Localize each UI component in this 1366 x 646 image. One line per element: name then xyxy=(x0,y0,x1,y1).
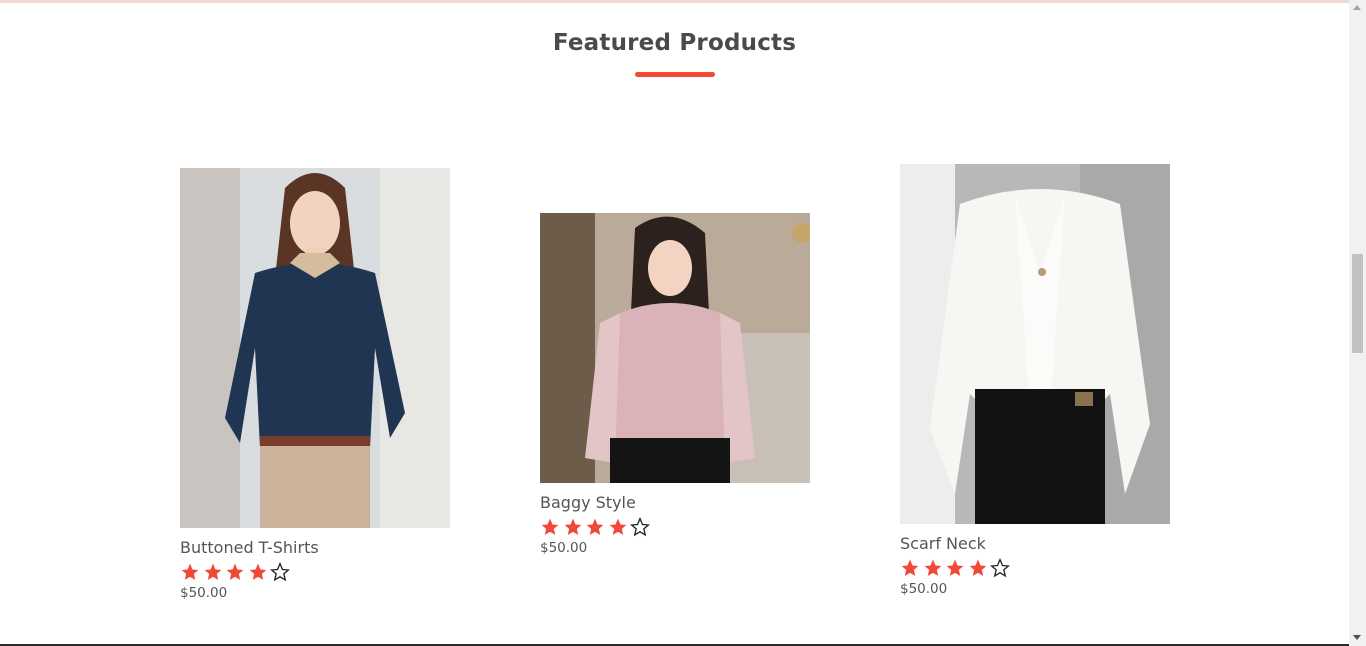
star-filled-icon xyxy=(563,517,586,539)
product-rating xyxy=(900,557,1170,580)
top-divider xyxy=(0,0,1349,3)
product-price: $50.00 xyxy=(540,540,588,556)
product-name[interactable]: Buttoned T-Shirts xyxy=(180,538,450,558)
star-filled-icon xyxy=(203,562,226,584)
star-outline-icon xyxy=(990,557,1013,580)
scrollbar-thumb[interactable] xyxy=(1352,254,1363,353)
product-name[interactable]: Baggy Style xyxy=(540,493,810,513)
product-rating xyxy=(540,516,810,539)
product-price: $50.00 xyxy=(180,585,228,601)
star-filled-icon xyxy=(945,558,968,580)
vertical-scrollbar[interactable] xyxy=(1349,0,1366,646)
star-filled-icon xyxy=(968,558,991,580)
product-card[interactable]: Buttoned T-Shirts $50.00 xyxy=(180,168,450,601)
product-image[interactable] xyxy=(540,213,810,483)
star-filled-icon xyxy=(900,558,923,580)
star-filled-icon xyxy=(180,562,203,584)
star-filled-icon xyxy=(540,517,563,539)
star-filled-icon xyxy=(225,562,248,584)
product-rating xyxy=(180,561,450,584)
star-filled-icon xyxy=(923,558,946,580)
product-image[interactable] xyxy=(900,164,1170,524)
star-outline-icon xyxy=(270,561,293,584)
scroll-up-arrow-icon[interactable] xyxy=(1353,5,1361,10)
product-image[interactable] xyxy=(180,168,450,528)
product-name[interactable]: Scarf Neck xyxy=(900,534,1170,554)
star-filled-icon xyxy=(248,562,271,584)
scroll-down-arrow-icon[interactable] xyxy=(1353,635,1361,640)
star-filled-icon xyxy=(585,517,608,539)
section-title: Featured Products xyxy=(552,30,797,56)
product-price: $50.00 xyxy=(900,581,948,597)
star-filled-icon xyxy=(608,517,631,539)
star-outline-icon xyxy=(630,516,653,539)
product-card[interactable]: Baggy Style $50.00 xyxy=(540,213,810,556)
title-underline xyxy=(635,72,715,77)
product-card[interactable]: Scarf Neck $50.00 xyxy=(900,164,1170,597)
